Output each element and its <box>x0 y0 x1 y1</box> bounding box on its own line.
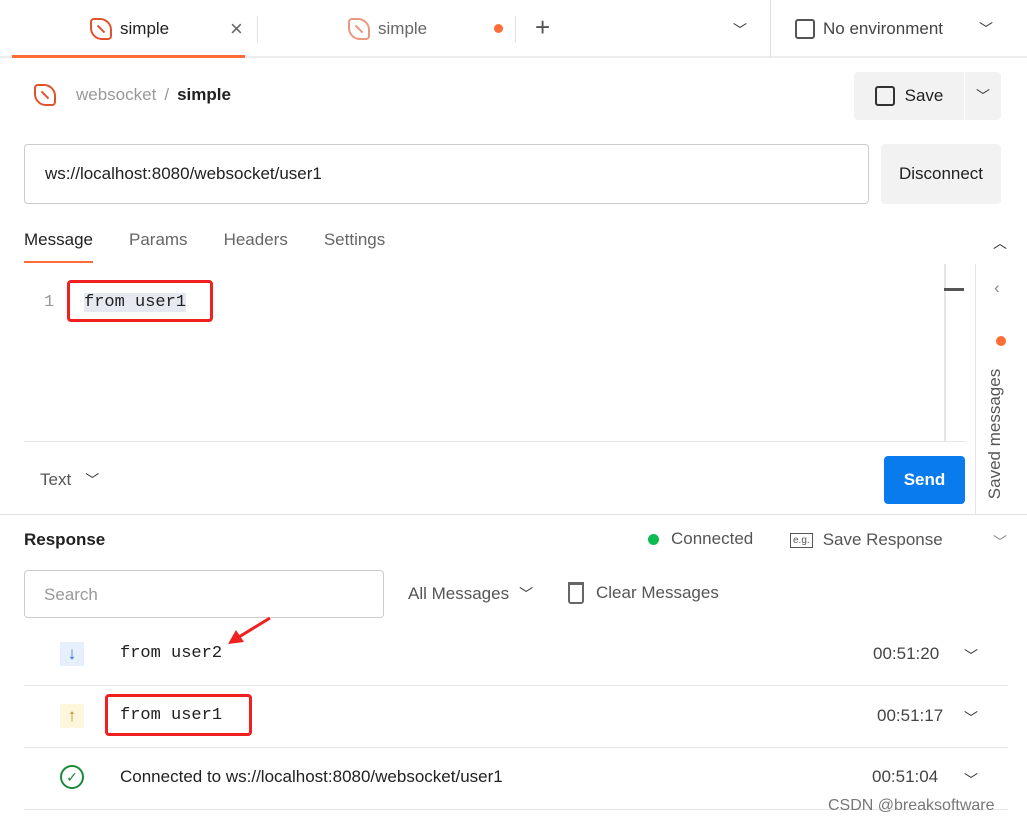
disconnect-button[interactable]: Disconnect <box>881 144 1001 204</box>
incoming-arrow-icon: ↓ <box>60 642 84 666</box>
check-circle-icon: ✓ <box>60 765 84 789</box>
save-options-button[interactable]: ﹀ <box>965 72 1001 120</box>
message-editor[interactable]: 1 from user1 <box>24 264 966 442</box>
message-filter-dropdown[interactable]: All Messages ﹀ <box>408 584 533 604</box>
save-response-label: Save Response <box>822 530 943 549</box>
status-dot-icon <box>648 533 659 545</box>
message-row[interactable]: ↑ from user1 00:51:17 ﹀ <box>24 686 1008 748</box>
annotation-box <box>105 694 252 736</box>
response-title: Response <box>24 530 106 549</box>
breadcrumb: websocket / simple <box>34 84 231 106</box>
environment-label: No environment <box>823 19 944 38</box>
no-environment-icon <box>795 19 815 39</box>
message-time: 00:51:04 <box>872 767 939 786</box>
format-label: Text <box>40 470 72 489</box>
save-response-button[interactable]: e.g. Save Response <box>790 530 943 550</box>
connection-status: Connected <box>648 529 753 549</box>
expand-chevron-icon[interactable]: ﹀ <box>964 646 978 666</box>
scrollbar-thumb[interactable] <box>944 288 964 291</box>
request-tabs: Message Params Headers Settings <box>24 230 385 263</box>
close-icon[interactable]: × <box>230 16 243 42</box>
save-label: Save <box>904 86 944 105</box>
trash-icon <box>568 582 584 604</box>
indicator-dot-icon <box>996 336 1006 346</box>
message-time: 00:51:20 <box>873 644 940 663</box>
message-text: from user2 <box>120 644 223 663</box>
url-input[interactable]: ws://localhost:8080/websocket/user1 <box>24 144 869 204</box>
new-tab-plus-icon[interactable]: + <box>535 12 550 43</box>
breadcrumb-separator: / <box>164 85 170 104</box>
disconnect-label: Disconnect <box>898 164 984 183</box>
expand-chevron-icon[interactable]: ﹀ <box>964 708 978 728</box>
collapse-chevron-up-icon[interactable]: ﹀ <box>993 232 1007 252</box>
unsaved-dot-icon <box>494 24 503 33</box>
saved-messages-label: Saved messages <box>985 368 1005 500</box>
environment-selector[interactable]: No environment ﹀ <box>795 0 993 58</box>
tab-params[interactable]: Params <box>129 230 188 263</box>
search-input[interactable]: Search <box>24 570 384 618</box>
tab-message[interactable]: Message <box>24 230 93 263</box>
example-icon: e.g. <box>790 532 813 548</box>
active-tab-indicator <box>12 55 245 58</box>
send-label: Send <box>903 470 946 489</box>
tab-label: simple <box>120 19 170 38</box>
chevron-down-icon: ﹀ <box>979 21 994 37</box>
breadcrumb-collection[interactable]: websocket <box>76 85 156 105</box>
save-button[interactable]: Save <box>854 72 964 120</box>
search-placeholder: Search <box>44 585 98 604</box>
line-number: 1 <box>44 293 55 312</box>
tab-label: simple <box>378 19 428 38</box>
filter-label: All Messages <box>408 584 510 603</box>
annotation-box <box>67 280 213 322</box>
chevron-down-icon: ﹀ <box>976 88 990 104</box>
websocket-icon <box>90 18 112 40</box>
save-icon <box>874 86 895 106</box>
chevron-left-icon[interactable]: ‹ <box>994 278 1000 298</box>
response-chevron-down-icon[interactable]: ﹀ <box>993 532 1007 552</box>
message-row[interactable]: ↓ from user2 00:51:20 ﹀ <box>24 616 1008 686</box>
tab-headers[interactable]: Headers <box>224 230 288 263</box>
websocket-icon <box>34 84 56 106</box>
tab-simple-active[interactable]: simple <box>90 0 169 58</box>
message-time: 00:51:17 <box>877 706 944 725</box>
tab-settings[interactable]: Settings <box>324 230 385 263</box>
annotation-arrow <box>228 616 271 644</box>
url-value: ws://localhost:8080/websocket/user1 <box>45 164 322 183</box>
tab-simple-unsaved[interactable]: simple <box>348 0 427 58</box>
tab-bar: simple × simple + ﹀ No environment ﹀ <box>0 0 1027 58</box>
outgoing-arrow-icon: ↑ <box>60 704 84 728</box>
page-title: simple <box>177 85 231 104</box>
send-button[interactable]: Send <box>884 456 965 504</box>
watermark: CSDN @breaksoftware <box>828 797 995 814</box>
tabs-chevron-down-icon[interactable]: ﹀ <box>733 20 747 40</box>
websocket-icon <box>348 18 370 40</box>
status-label: Connected <box>671 529 754 548</box>
expand-chevron-icon[interactable]: ﹀ <box>964 770 978 790</box>
clear-label: Clear Messages <box>596 583 719 602</box>
saved-messages-panel[interactable]: ‹ Saved messages <box>975 264 1027 514</box>
message-text: Connected to ws://localhost:8080/websock… <box>120 767 503 786</box>
format-selector[interactable]: Text ﹀ <box>40 470 99 490</box>
chevron-down-icon: ﹀ <box>519 586 534 602</box>
chevron-down-icon: ﹀ <box>85 472 100 488</box>
clear-messages-button[interactable]: Clear Messages <box>568 582 719 604</box>
